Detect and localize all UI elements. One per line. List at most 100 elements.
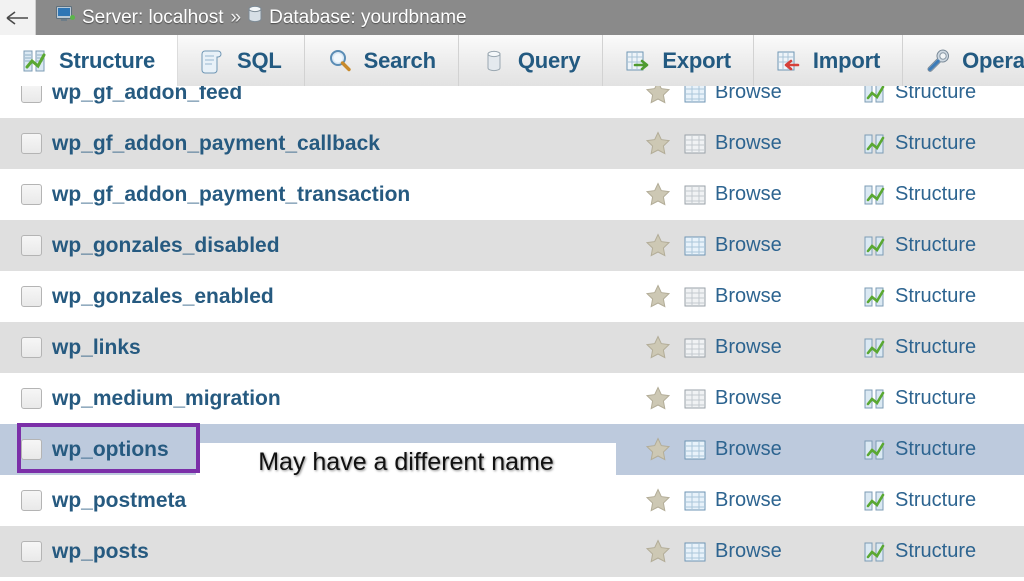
structure-cell[interactable]: Structure	[864, 424, 1024, 475]
table-name-cell[interactable]: wp_gf_addon_payment_callback	[52, 118, 632, 169]
structure-link[interactable]: Structure	[895, 234, 976, 257]
star-icon[interactable]	[632, 386, 684, 411]
table-row[interactable]: wp_gonzales_disabled Browse	[0, 220, 1024, 271]
favorite-cell[interactable]	[632, 373, 684, 424]
star-icon[interactable]	[632, 488, 684, 513]
browse-link[interactable]: Browse	[715, 489, 782, 512]
table-row[interactable]: wp_links Browse	[0, 322, 1024, 373]
row-select-cell[interactable]	[0, 424, 52, 475]
breadcrumb-database-link[interactable]: Database: yourdbname	[269, 7, 467, 29]
row-checkbox[interactable]	[21, 235, 42, 256]
favorite-cell[interactable]	[632, 526, 684, 577]
star-icon[interactable]	[632, 335, 684, 360]
table-name-link[interactable]: wp_gf_addon_payment_callback	[52, 132, 380, 155]
table-name-cell[interactable]: wp_gonzales_enabled	[52, 271, 632, 322]
row-select-cell[interactable]	[0, 475, 52, 526]
browse-cell[interactable]: Browse	[684, 373, 864, 424]
browse-link[interactable]: Browse	[715, 540, 782, 563]
structure-cell[interactable]: Structure	[864, 220, 1024, 271]
structure-cell[interactable]: Structure	[864, 526, 1024, 577]
tab-query[interactable]: Query	[459, 35, 604, 86]
favorite-cell[interactable]	[632, 424, 684, 475]
table-name-link[interactable]: wp_gonzales_enabled	[52, 285, 274, 308]
row-checkbox[interactable]	[21, 337, 42, 358]
structure-cell[interactable]: Structure	[864, 271, 1024, 322]
browse-link[interactable]: Browse	[715, 234, 782, 257]
star-icon[interactable]	[632, 539, 684, 564]
structure-cell[interactable]: Structure	[864, 373, 1024, 424]
row-checkbox[interactable]	[21, 541, 42, 562]
browse-link[interactable]: Browse	[715, 285, 782, 308]
browse-cell[interactable]: Browse	[684, 169, 864, 220]
browse-cell[interactable]: Browse	[684, 424, 864, 475]
row-checkbox[interactable]	[21, 184, 42, 205]
browse-cell[interactable]: Browse	[684, 526, 864, 577]
table-name-cell[interactable]: wp_links	[52, 322, 632, 373]
browse-link[interactable]: Browse	[715, 438, 782, 461]
table-name-link[interactable]: wp_gonzales_disabled	[52, 234, 280, 257]
row-select-cell[interactable]	[0, 169, 52, 220]
table-name-link[interactable]: wp_posts	[52, 540, 149, 563]
browse-cell[interactable]: Browse	[684, 118, 864, 169]
structure-cell[interactable]: Structure	[864, 118, 1024, 169]
structure-link[interactable]: Structure	[895, 285, 976, 308]
row-select-cell[interactable]	[0, 271, 52, 322]
browse-link[interactable]: Browse	[715, 387, 782, 410]
table-row[interactable]: wp_posts Browse	[0, 526, 1024, 577]
star-icon[interactable]	[632, 131, 684, 156]
row-select-cell[interactable]	[0, 118, 52, 169]
browse-cell[interactable]: Browse	[684, 86, 864, 118]
breadcrumb-server-link[interactable]: Server: localhost	[82, 7, 224, 29]
table-name-link[interactable]: wp_links	[52, 336, 141, 359]
star-icon[interactable]	[632, 284, 684, 309]
favorite-cell[interactable]	[632, 169, 684, 220]
tab-export[interactable]: Export	[603, 35, 753, 86]
browse-link[interactable]: Browse	[715, 132, 782, 155]
row-checkbox[interactable]	[21, 388, 42, 409]
favorite-cell[interactable]	[632, 271, 684, 322]
browse-cell[interactable]: Browse	[684, 220, 864, 271]
table-row[interactable]: wp_gf_addon_feed Browse	[0, 86, 1024, 118]
table-name-cell[interactable]: wp_gf_addon_payment_transaction	[52, 169, 632, 220]
table-row[interactable]: wp_medium_migration Browse	[0, 373, 1024, 424]
favorite-cell[interactable]	[632, 475, 684, 526]
star-icon[interactable]	[632, 86, 684, 105]
structure-link[interactable]: Structure	[895, 183, 976, 206]
table-name-link[interactable]: wp_options	[52, 438, 169, 461]
table-name-cell[interactable]: wp_gf_addon_feed	[52, 86, 632, 118]
row-select-cell[interactable]	[0, 526, 52, 577]
tab-import[interactable]: Import	[754, 35, 903, 86]
structure-link[interactable]: Structure	[895, 86, 976, 104]
browse-link[interactable]: Browse	[715, 183, 782, 206]
structure-link[interactable]: Structure	[895, 387, 976, 410]
table-name-link[interactable]: wp_postmeta	[52, 489, 186, 512]
favorite-cell[interactable]	[632, 86, 684, 118]
table-name-link[interactable]: wp_medium_migration	[52, 387, 281, 410]
structure-cell[interactable]: Structure	[864, 475, 1024, 526]
structure-link[interactable]: Structure	[895, 336, 976, 359]
favorite-cell[interactable]	[632, 118, 684, 169]
row-checkbox[interactable]	[21, 286, 42, 307]
structure-cell[interactable]: Structure	[864, 169, 1024, 220]
row-select-cell[interactable]	[0, 322, 52, 373]
tab-operations[interactable]: Operations	[903, 35, 1024, 86]
row-select-cell[interactable]	[0, 86, 52, 118]
star-icon[interactable]	[632, 437, 684, 462]
row-select-cell[interactable]	[0, 373, 52, 424]
browse-cell[interactable]: Browse	[684, 271, 864, 322]
row-checkbox[interactable]	[21, 490, 42, 511]
favorite-cell[interactable]	[632, 220, 684, 271]
structure-link[interactable]: Structure	[895, 438, 976, 461]
table-row[interactable]: wp_gf_addon_payment_transaction Browse	[0, 169, 1024, 220]
row-checkbox[interactable]	[21, 439, 42, 460]
tab-sql[interactable]: SQL	[178, 35, 305, 86]
star-icon[interactable]	[632, 233, 684, 258]
tab-structure[interactable]: Structure	[0, 35, 178, 86]
browse-link[interactable]: Browse	[715, 336, 782, 359]
favorite-cell[interactable]	[632, 322, 684, 373]
tab-search[interactable]: Search	[305, 35, 459, 86]
table-name-link[interactable]: wp_gf_addon_feed	[52, 86, 242, 104]
browse-link[interactable]: Browse	[715, 86, 782, 104]
row-checkbox[interactable]	[21, 133, 42, 154]
table-name-cell[interactable]: wp_medium_migration	[52, 373, 632, 424]
